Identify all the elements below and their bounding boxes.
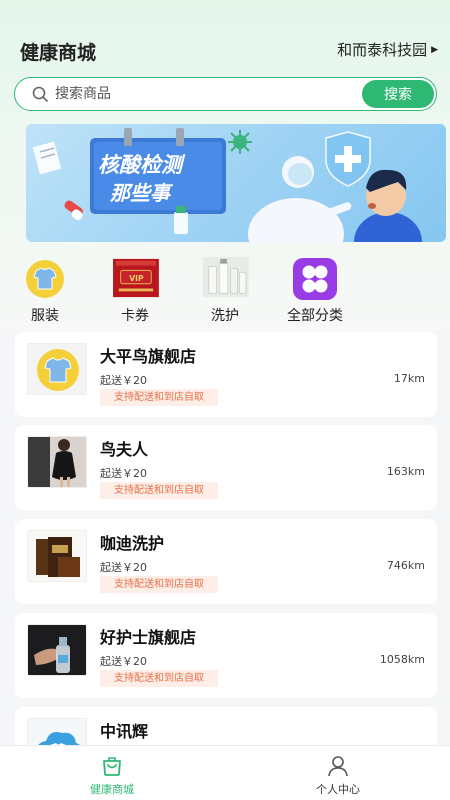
- store-card[interactable]: 好护士旗舰店 起送￥20 1058km 支持配送和到店自取: [15, 613, 437, 698]
- tab-label: 个人中心: [316, 783, 360, 796]
- store-thumbnail: [27, 436, 87, 488]
- page-title: 健康商城: [20, 42, 97, 64]
- store-min-order: 起送￥20: [100, 655, 147, 668]
- store-min-order: 起送￥20: [100, 467, 147, 480]
- caret-right-icon: ▶: [431, 44, 438, 55]
- category-row: 服装 VIP 卡券 洗护 全部分类: [0, 254, 450, 326]
- store-card[interactable]: 大平鸟旗舰店 起送￥20 17km 支持配送和到店自取: [15, 332, 437, 417]
- voucher-icon: VIP: [113, 258, 159, 298]
- store-name: 鸟夫人: [100, 440, 149, 459]
- store-thumbnail: [27, 624, 87, 676]
- category-voucher[interactable]: VIP 卡券: [100, 254, 170, 324]
- store-card[interactable]: 咖迪洗护 起送￥20 746km 支持配送和到店自取: [15, 519, 437, 604]
- skincare-icon: [203, 257, 249, 298]
- voucher-image-text: VIP: [129, 274, 144, 283]
- shopping-bag-icon: [103, 757, 121, 776]
- category-clothing[interactable]: 服装: [10, 254, 80, 324]
- banner-subtitle: 那些事: [110, 181, 173, 205]
- store-delivery-tag: 支持配送和到店自取: [100, 482, 218, 499]
- store-min-order: 起送￥20: [100, 561, 147, 574]
- grid-icon: [293, 258, 337, 300]
- banner-illustration: 核酸检测 那些事: [32, 128, 422, 242]
- promo-banner[interactable]: 核酸检测 那些事: [26, 124, 446, 242]
- store-distance: 1058km: [379, 653, 425, 666]
- store-delivery-tag: 支持配送和到店自取: [100, 576, 218, 593]
- tab-health-mall[interactable]: 健康商城: [52, 746, 172, 800]
- category-label: 洗护: [211, 308, 239, 324]
- header: 健康商城 和而泰科技园 ▶: [0, 36, 450, 66]
- location-selector[interactable]: 和而泰科技园 ▶: [337, 39, 438, 60]
- store-thumbnail: [27, 343, 87, 395]
- tab-label: 健康商城: [90, 783, 134, 796]
- location-label: 和而泰科技园: [337, 41, 428, 59]
- category-label: 服装: [31, 308, 59, 324]
- store-delivery-tag: 支持配送和到店自取: [100, 389, 218, 406]
- tab-personal-center[interactable]: 个人中心: [278, 746, 398, 800]
- store-distance: 746km: [386, 559, 425, 572]
- search-button[interactable]: 搜索: [362, 80, 434, 108]
- category-all[interactable]: 全部分类: [280, 254, 350, 324]
- store-distance: 163km: [386, 465, 425, 478]
- search-bar: 搜索: [14, 77, 437, 111]
- store-distance: 17km: [393, 372, 425, 385]
- tshirt-icon: [26, 260, 64, 298]
- store-card[interactable]: 鸟夫人 起送￥20 163km 支持配送和到店自取: [15, 425, 437, 510]
- category-label: 卡券: [121, 308, 149, 324]
- search-input[interactable]: [55, 81, 355, 107]
- category-skincare[interactable]: 洗护: [190, 254, 260, 324]
- store-name: 咖迪洗护: [100, 534, 165, 553]
- banner-title: 核酸检测: [98, 153, 186, 177]
- store-name: 大平鸟旗舰店: [100, 347, 197, 366]
- search-icon: [32, 86, 48, 102]
- category-label: 全部分类: [287, 308, 343, 324]
- store-thumbnail: [27, 530, 87, 582]
- store-min-order: 起送￥20: [100, 374, 147, 387]
- store-name: 中讯辉: [100, 722, 149, 741]
- store-name: 好护士旗舰店: [100, 628, 197, 647]
- store-delivery-tag: 支持配送和到店自取: [100, 670, 218, 687]
- user-icon: [328, 756, 348, 777]
- bottom-tab-bar: 健康商城 个人中心: [0, 745, 450, 800]
